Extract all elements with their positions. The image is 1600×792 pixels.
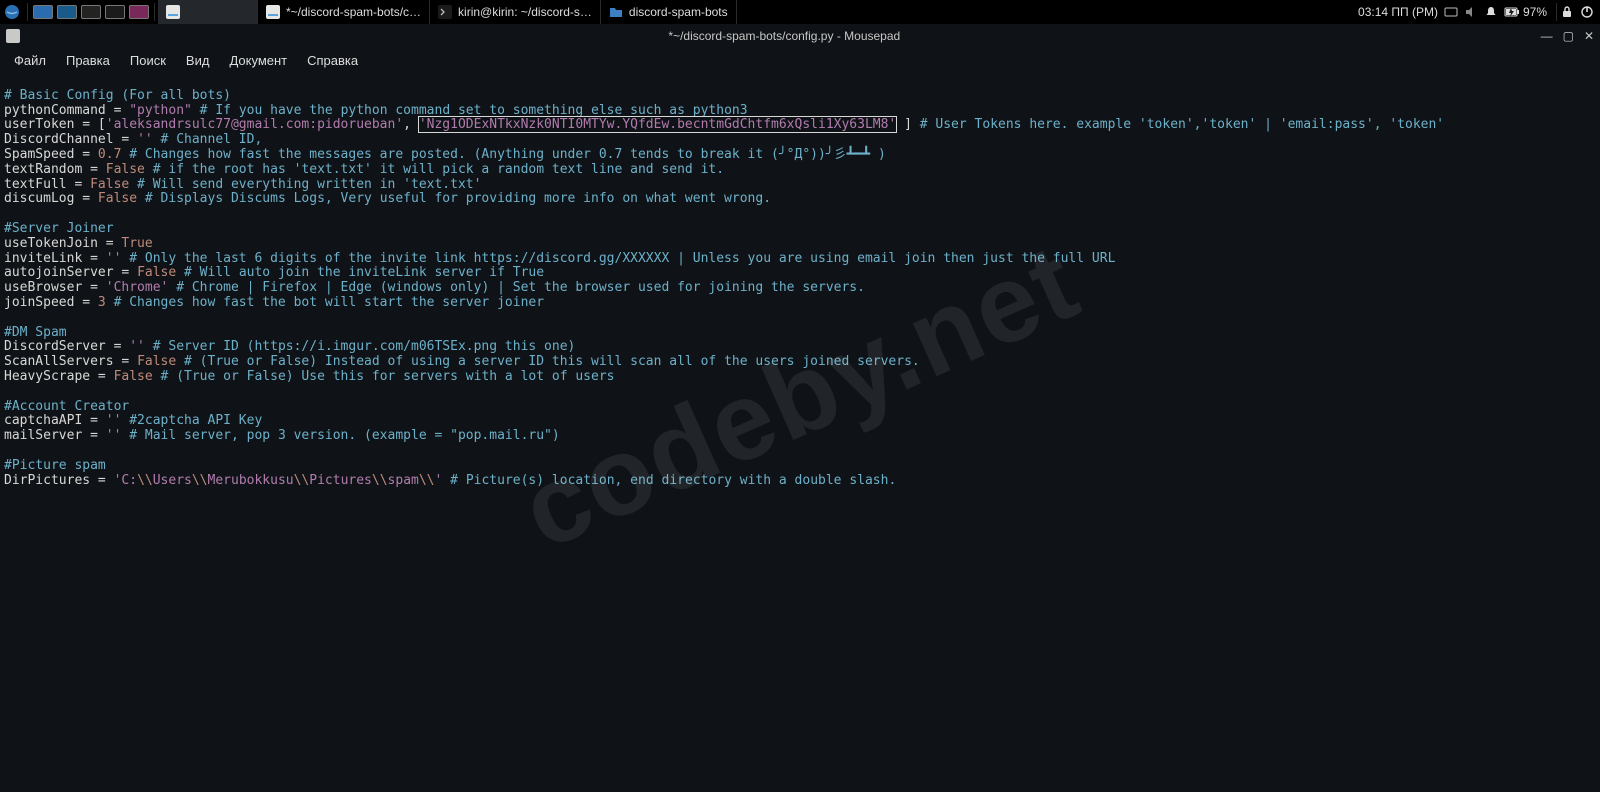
launcher-icon-1[interactable] xyxy=(31,0,55,24)
code-line: #Account Creator xyxy=(4,399,129,414)
code-line: # Basic Config (For all bots) xyxy=(4,88,231,103)
menubar: Файл Правка Поиск Вид Документ Справка xyxy=(0,48,1600,72)
code-line: DiscordChannel = xyxy=(4,132,137,147)
code-line: mailServer = xyxy=(4,428,106,443)
code-line: SpamSpeed = xyxy=(4,147,98,162)
code-line: userToken = [ xyxy=(4,117,106,132)
keyboard-indicator-icon[interactable] xyxy=(1444,5,1458,19)
launcher-icon-3[interactable] xyxy=(79,0,103,24)
lock-icon[interactable] xyxy=(1560,5,1574,19)
battery-icon[interactable]: 97% xyxy=(1504,5,1547,19)
code-line: #Picture spam xyxy=(4,458,106,473)
code-line: textFull = xyxy=(4,177,90,192)
code-line: pythonCommand = xyxy=(4,103,129,118)
mousepad-icon xyxy=(266,5,280,19)
launcher-icon-4[interactable] xyxy=(103,0,127,24)
launcher-icon-5[interactable] xyxy=(127,0,151,24)
menu-file[interactable]: Файл xyxy=(4,50,56,71)
code-line: DirPictures = xyxy=(4,473,114,488)
window-titlebar: *~/discord-spam-bots/config.py - Mousepa… xyxy=(0,24,1600,48)
taskbar-entry-3[interactable]: discord-spam-bots xyxy=(601,0,737,24)
code-line: joinSpeed = xyxy=(4,295,98,310)
taskbar-entry-label: kirin@kirin: ~/discord-s… xyxy=(458,5,592,19)
editor-area[interactable]: # Basic Config (For all bots) pythonComm… xyxy=(0,72,1600,490)
folder-icon xyxy=(609,5,623,19)
menu-view[interactable]: Вид xyxy=(176,50,220,71)
mousepad-icon xyxy=(166,5,180,19)
terminal-icon xyxy=(438,5,452,19)
menu-edit[interactable]: Правка xyxy=(56,50,120,71)
clock[interactable]: 03:14 ПП (PM) xyxy=(1358,5,1438,19)
code-line: discumLog = xyxy=(4,191,98,206)
code-line: autojoinServer = xyxy=(4,265,137,280)
code-line: textRandom = xyxy=(4,162,106,177)
window-maximize-button[interactable]: ▢ xyxy=(1563,29,1574,43)
window-close-button[interactable]: ✕ xyxy=(1584,29,1594,43)
taskbar-entry-label: discord-spam-bots xyxy=(629,5,728,19)
code-line: useBrowser = xyxy=(4,280,106,295)
power-icon[interactable] xyxy=(1580,5,1594,19)
taskbar-entry-editor[interactable] xyxy=(158,0,258,24)
taskbar-entry-1[interactable]: *~/discord-spam-bots/c… xyxy=(258,0,430,24)
taskbar-entry-label: *~/discord-spam-bots/c… xyxy=(286,5,421,19)
code-line: #Server Joiner xyxy=(4,221,114,236)
code-line: useTokenJoin = xyxy=(4,236,121,251)
code-line: #DM Spam xyxy=(4,325,67,340)
taskbar: *~/discord-spam-bots/c… kirin@kirin: ~/d… xyxy=(0,0,1600,24)
launcher-icon-2[interactable] xyxy=(55,0,79,24)
notifications-icon[interactable] xyxy=(1484,5,1498,19)
app-icon xyxy=(6,29,20,43)
menu-document[interactable]: Документ xyxy=(219,50,297,71)
code-line: captchaAPI = xyxy=(4,413,106,428)
code-line: ScanAllServers = xyxy=(4,354,137,369)
window-minimize-button[interactable]: — xyxy=(1541,29,1553,43)
window-title: *~/discord-spam-bots/config.py - Mousepa… xyxy=(28,29,1541,43)
code-line: DiscordServer = xyxy=(4,339,129,354)
menu-search[interactable]: Поиск xyxy=(120,50,176,71)
code-line: inviteLink = xyxy=(4,251,106,266)
app-menu-icon[interactable] xyxy=(0,0,24,24)
menu-help[interactable]: Справка xyxy=(297,50,368,71)
code-line: HeavyScrape = xyxy=(4,369,114,384)
volume-icon[interactable] xyxy=(1464,5,1478,19)
battery-text: 97% xyxy=(1523,5,1547,19)
taskbar-entry-2[interactable]: kirin@kirin: ~/discord-s… xyxy=(430,0,601,24)
